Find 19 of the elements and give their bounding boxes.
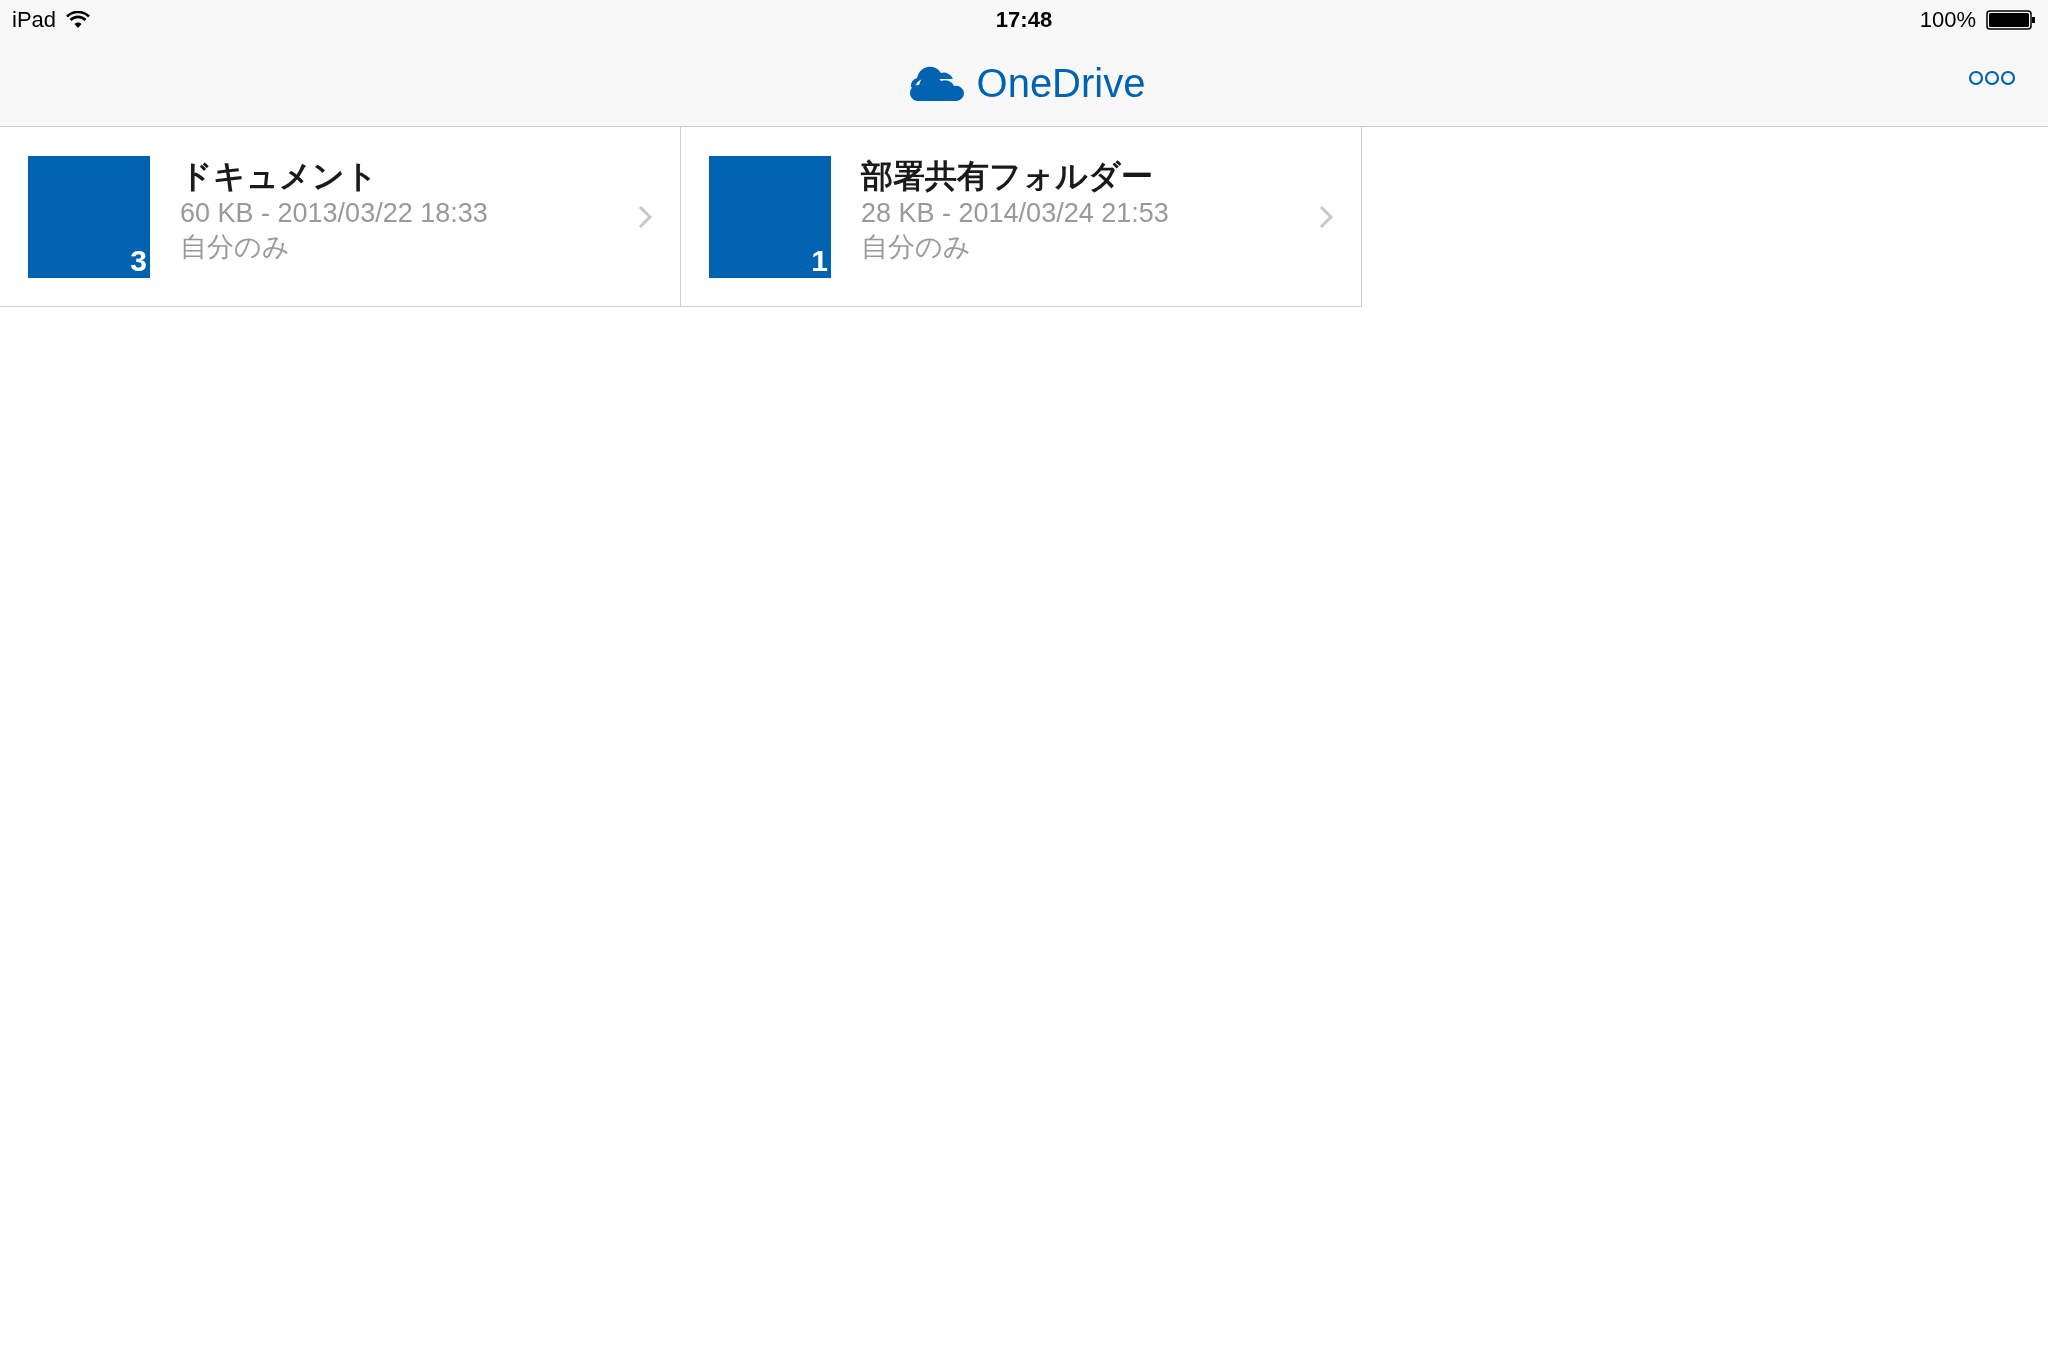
battery-icon bbox=[1986, 10, 2036, 30]
folder-name: ドキュメント bbox=[180, 157, 379, 196]
more-icon bbox=[1968, 70, 2016, 86]
item-count: 3 bbox=[130, 244, 147, 278]
wifi-icon bbox=[66, 11, 91, 29]
folder-details: 28 KB - 2014/03/24 21:53 bbox=[861, 197, 1169, 230]
device-name: iPad bbox=[12, 7, 57, 33]
clock-time: 17:48 bbox=[995, 7, 1053, 33]
folder-name: 部署共有フォルダー bbox=[861, 157, 1154, 196]
chevron-icon bbox=[638, 205, 652, 229]
chevron-icon bbox=[1319, 205, 1333, 229]
battery-percent: 100% bbox=[1919, 7, 1976, 33]
app-title: OneDrive bbox=[976, 60, 1146, 106]
item-count: 1 bbox=[811, 244, 828, 278]
sharing-status: 自分のみ bbox=[180, 231, 291, 264]
folder-details: 60 KB - 2013/03/22 18:33 bbox=[180, 197, 488, 230]
folder-card[interactable]: 1 部署共有フォルダー 28 KB - 2014/03/24 21:53 自分のみ bbox=[681, 127, 1362, 307]
folder-card[interactable]: 3 ドキュメント 60 KB - 2013/03/22 18:33 自分のみ bbox=[0, 127, 681, 307]
sharing-status: 自分のみ bbox=[861, 231, 972, 264]
